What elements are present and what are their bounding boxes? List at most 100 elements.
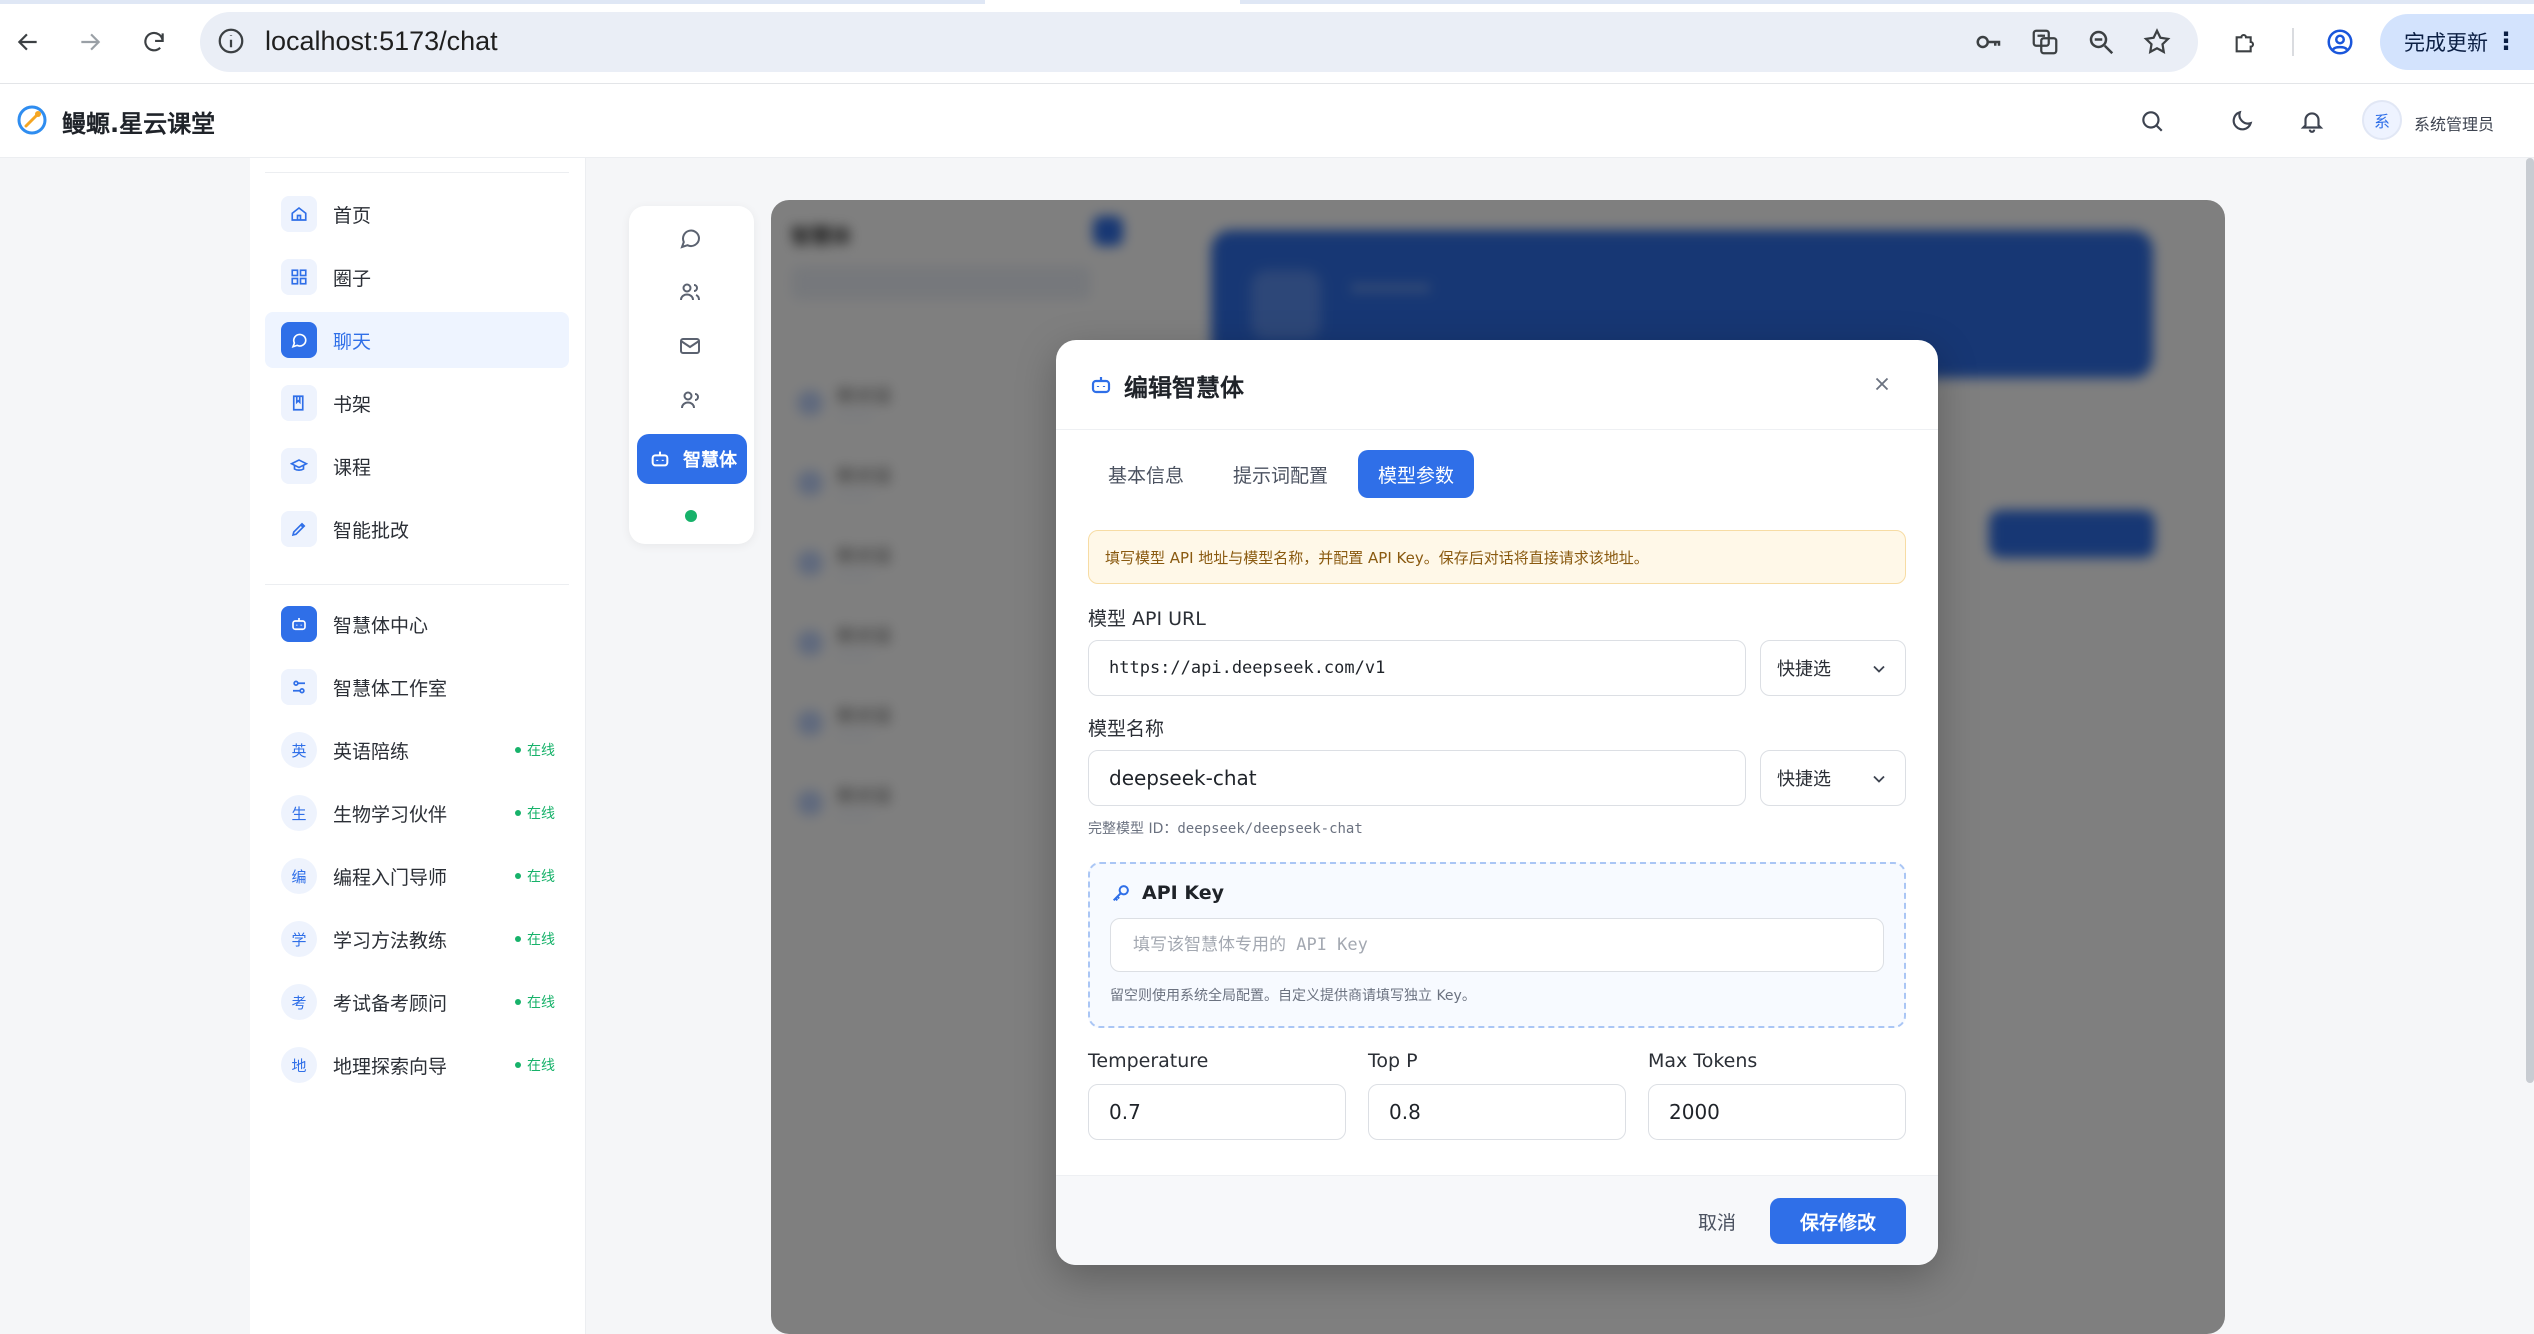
profile-button[interactable] (2320, 22, 2360, 62)
sidebar-item-label: 智慧体工作室 (333, 677, 448, 700)
sidebar-item-label: 首页 (333, 204, 372, 227)
url-text: localhost:5173/chat (265, 26, 498, 56)
model-name-quick-select[interactable]: 快捷选 (1760, 750, 1906, 806)
sidebar-item-courses[interactable]: 课程 (265, 438, 569, 494)
more-vert-icon: ⋮ (2494, 27, 2518, 55)
grid-icon (281, 259, 317, 295)
full-model-id-value: deepseek/deepseek-chat (1177, 821, 1363, 837)
bell-icon[interactable] (2294, 103, 2330, 139)
mail-icon[interactable] (672, 328, 708, 364)
chat-bubble-icon[interactable] (672, 220, 708, 256)
arrow-right-icon (81, 33, 101, 51)
update-label: 完成更新 (2404, 31, 2488, 55)
tab-model-params[interactable]: 模型参数 (1358, 450, 1475, 498)
modal-header: 编辑智慧体 (1056, 340, 1938, 430)
dark-mode-moon-icon[interactable] (2224, 103, 2260, 139)
page-scrollbar[interactable] (2526, 158, 2534, 1083)
sidebar-item-home[interactable]: 首页 (265, 186, 569, 242)
sidebar-item-label: 编程入门导师 (333, 866, 448, 889)
address-bar[interactable]: localhost:5173/chat (200, 12, 2198, 72)
tab-prompt-config[interactable]: 提示词配置 (1213, 450, 1348, 498)
api-key-field[interactable] (1110, 918, 1884, 972)
bookmark-star-icon[interactable] (2140, 25, 2174, 59)
rail-tab-agents[interactable]: 智慧体 (637, 434, 747, 484)
sidebar-item-agent[interactable]: 地 地理探索向导 在线 (265, 1037, 569, 1093)
sidebar-divider (265, 584, 569, 585)
sidebar-item-bookshelf[interactable]: 书架 (265, 375, 569, 431)
search-icon[interactable] (2134, 103, 2170, 139)
password-key-icon[interactable] (1972, 25, 2006, 59)
temperature-label: Temperature (1088, 1050, 1209, 1072)
close-icon[interactable] (1864, 366, 1900, 402)
sidebar-item-label: 学习方法教练 (333, 929, 448, 952)
reload-icon (144, 31, 164, 52)
robot-icon (1089, 373, 1113, 401)
sidebar-item-label: 书架 (333, 393, 372, 416)
app-header: 鳗螈.星云课堂 系 系统管理员 (0, 84, 2534, 158)
sidebar-item-agent[interactable]: 考 考试备考顾问 在线 (265, 974, 569, 1030)
cancel-button[interactable]: 取消 (1682, 1198, 1752, 1244)
sidebar-item-label: 地理探索向导 (333, 1055, 448, 1078)
sidebar-item-agent[interactable]: 生 生物学习伙伴 在线 (265, 785, 569, 841)
sidebar-divider (265, 172, 569, 173)
back-button[interactable] (8, 22, 48, 62)
robot-icon (281, 606, 317, 642)
account-circle-icon (2327, 29, 2353, 55)
forward-button[interactable] (70, 22, 110, 62)
home-icon (281, 196, 317, 232)
toolbar-divider (2292, 28, 2294, 56)
chat-icon (281, 322, 317, 358)
online-status: 在线 (515, 803, 555, 823)
translate-icon[interactable] (2028, 25, 2062, 59)
user-name[interactable]: 系统管理员 (2414, 111, 2494, 135)
contacts-icon[interactable] (672, 382, 708, 418)
reload-button[interactable] (134, 22, 174, 62)
zoom-icon[interactable] (2084, 25, 2118, 59)
max-tokens-input[interactable]: 2000 (1648, 1084, 1906, 1140)
users-icon[interactable] (672, 274, 708, 310)
brand-logo-icon (17, 105, 47, 135)
notice-banner: 填写模型 API 地址与模型名称，并配置 API Key。保存后对话将直接请求该… (1088, 530, 1906, 584)
api-url-quick-select[interactable]: 快捷选 (1760, 640, 1906, 696)
full-model-id-label: 完整模型 ID： (1088, 821, 1178, 837)
pen-icon (281, 511, 317, 547)
save-button[interactable]: 保存修改 (1770, 1198, 1906, 1244)
sidebar-item-circles[interactable]: 圈子 (265, 249, 569, 305)
sidebar-item-agent-center[interactable]: 智慧体中心 (265, 596, 569, 652)
book-icon (281, 385, 317, 421)
extensions-button[interactable] (2226, 22, 2266, 62)
sidebar-item-agent[interactable]: 编 编程入门导师 在线 (265, 848, 569, 904)
sidebar-item-agent[interactable]: 学 学习方法教练 在线 (265, 911, 569, 967)
sidebar-item-label: 聊天 (333, 330, 372, 353)
site-info-icon[interactable] (216, 26, 246, 60)
api-key-input[interactable] (1111, 919, 1883, 971)
sidebar-item-chat[interactable]: 聊天 (265, 312, 569, 368)
chat-rail: 智慧体 (629, 206, 754, 544)
sidebar-item-label: 英语陪练 (333, 740, 410, 763)
model-name-input[interactable]: deepseek-chat (1088, 750, 1746, 806)
top-p-label: Top P (1368, 1050, 1418, 1072)
sidebar-item-agent[interactable]: 英 英语陪练 在线 (265, 722, 569, 778)
max-tokens-label: Max Tokens (1648, 1050, 1758, 1072)
agent-avatar: 考 (281, 984, 317, 1020)
chevron-down-icon (1873, 775, 1885, 783)
agent-avatar: 学 (281, 921, 317, 957)
api-key-hint: 留空则使用系统全局配置。自定义提供商请填写独立 Key。 (1110, 988, 1476, 1004)
user-avatar[interactable]: 系 (2362, 100, 2402, 140)
online-status: 在线 (515, 866, 555, 886)
sidebar-item-agent-studio[interactable]: 智慧体工作室 (265, 659, 569, 715)
api-key-title-text: API Key (1142, 882, 1224, 904)
sidebar-item-label: 生物学习伙伴 (333, 803, 448, 826)
brand-name: 鳗螈.星云课堂 (62, 110, 216, 138)
edit-agent-modal: 编辑智慧体 基本信息 提示词配置 模型参数 填写模型 API 地址与模型名称，并… (1056, 340, 1938, 1265)
sidebar-item-label: 考试备考顾问 (333, 992, 448, 1015)
agent-avatar: 地 (281, 1047, 317, 1083)
sidebar-item-grading[interactable]: 智能批改 (265, 501, 569, 557)
top-p-input[interactable]: 0.8 (1368, 1084, 1626, 1140)
api-url-input[interactable]: https://api.deepseek.com/v1 (1088, 640, 1746, 696)
update-button[interactable]: 完成更新 ⋮ (2380, 14, 2534, 70)
temperature-input[interactable]: 0.7 (1088, 1084, 1346, 1140)
full-model-id: 完整模型 ID：deepseek/deepseek-chat (1088, 818, 1363, 838)
tab-basic-info[interactable]: 基本信息 (1088, 450, 1204, 498)
online-status: 在线 (515, 1055, 555, 1075)
